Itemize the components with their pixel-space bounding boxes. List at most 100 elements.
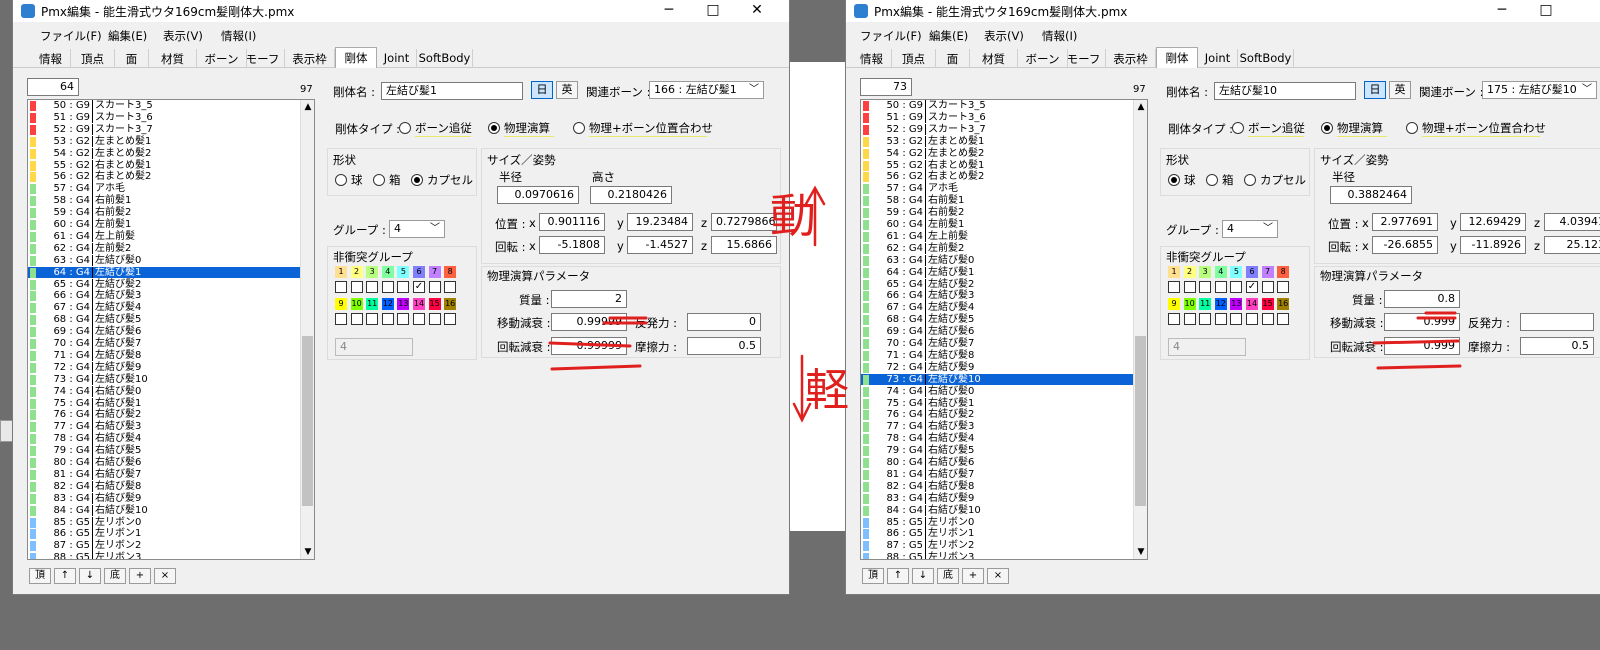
position-z-input[interactable]: 4.03941: [1544, 213, 1600, 231]
position-y-input[interactable]: 19.23484: [627, 213, 693, 231]
list-item[interactable]: 65 : G4 左結び髪2: [28, 278, 301, 290]
tab-7[interactable]: 剛体: [335, 47, 377, 68]
list-item[interactable]: 64 : G4 左結び髪1: [28, 266, 301, 279]
list-nav-button[interactable]: 底: [937, 568, 959, 584]
list-item[interactable]: 51 : G9 スカート3_6: [28, 111, 301, 124]
minimize-button[interactable]: ─: [1479, 0, 1525, 22]
collision-group-checkbox[interactable]: [1199, 281, 1212, 293]
list-item[interactable]: 54 : G2 左まとめ髪2: [28, 147, 301, 160]
list-nav-button[interactable]: +: [129, 568, 151, 584]
list-item[interactable]: 84 : G4 右結び髪10: [861, 504, 1134, 517]
rigid-body-list[interactable]: 50 : G9 スカート3_5 51 : G9 スカート3_6 52 : G9 スカート3…: [27, 99, 315, 560]
collision-group-checkbox[interactable]: [366, 281, 379, 293]
collision-group-checkbox[interactable]: [1199, 313, 1212, 325]
list-item[interactable]: 71 : G4 左結び髪8: [861, 349, 1134, 362]
collision-group-checkbox[interactable]: [397, 281, 410, 293]
collision-group-checkbox[interactable]: [1277, 281, 1290, 293]
collision-group-checkbox[interactable]: [428, 313, 441, 325]
list-item[interactable]: 79 : G4 右結び髪5: [861, 445, 1134, 457]
list-item[interactable]: 68 : G4 左結び髪5: [28, 314, 301, 326]
shape-radio[interactable]: カプセル: [411, 172, 473, 188]
list-item[interactable]: 77 : G4 右結び髪3: [28, 421, 301, 433]
rigid-body-name-input[interactable]: 左結び髪1: [381, 82, 523, 100]
size-input[interactable]: 0.2180426: [590, 186, 672, 204]
minimize-button[interactable]: ─: [646, 0, 692, 22]
linear-damping-input[interactable]: 0.99999: [551, 313, 627, 331]
list-item[interactable]: 67 : G4 左結び髪4: [28, 302, 301, 314]
list-item[interactable]: 69 : G4 左結び髪6: [861, 326, 1134, 338]
list-item[interactable]: 59 : G4 右前髪2: [28, 207, 301, 219]
list-item[interactable]: 50 : G9 スカート3_5: [861, 100, 1134, 112]
list-item[interactable]: 87 : G5 左リボン2: [861, 540, 1134, 552]
list-nav-button[interactable]: ↓: [79, 568, 101, 584]
list-item[interactable]: 52 : G9 スカート3_7: [861, 123, 1134, 136]
rotation-y-input[interactable]: -11.8926: [1460, 236, 1526, 254]
list-item[interactable]: 67 : G4 左結び髪4: [861, 302, 1134, 314]
list-nav-button[interactable]: ↑: [54, 568, 76, 584]
collision-group-checkbox[interactable]: [1214, 313, 1227, 325]
scroll-thumb[interactable]: [1135, 336, 1146, 506]
tab-5[interactable]: モーフ: [241, 49, 285, 68]
maximize-button[interactable]: □: [1523, 0, 1569, 22]
scroll-thumb[interactable]: [302, 336, 313, 506]
list-item[interactable]: 68 : G4 左結び髪5: [861, 314, 1134, 326]
list-item[interactable]: 81 : G4 右結び髪7: [28, 468, 301, 481]
collision-group-checkbox[interactable]: [444, 313, 457, 325]
collision-group-checkbox[interactable]: [350, 313, 363, 325]
list-item[interactable]: 66 : G4 左結び髪3: [28, 290, 301, 302]
list-item[interactable]: 86 : G5 左リボン1: [861, 528, 1134, 540]
rotation-z-input[interactable]: 25.123: [1544, 236, 1600, 254]
list-nav-button[interactable]: 頂: [29, 568, 51, 584]
shape-radio[interactable]: カプセル: [1244, 172, 1306, 188]
position-x-input[interactable]: 0.901116: [539, 213, 605, 231]
collision-group-checkbox[interactable]: ✓: [413, 281, 425, 293]
list-item[interactable]: 63 : G4 左結び髪0: [861, 254, 1134, 267]
list-item[interactable]: 53 : G2 左まとめ髪1: [861, 135, 1134, 148]
collision-group-checkbox[interactable]: [1168, 281, 1180, 293]
nocollide-text-input[interactable]: 4: [1168, 338, 1246, 356]
list-item[interactable]: 61 : G4 左上前髪: [28, 230, 301, 243]
list-item[interactable]: 75 : G4 右結び髪1: [861, 397, 1134, 409]
rigid-type-radio[interactable]: ボーン追従: [1232, 120, 1305, 136]
friction-input[interactable]: 0.5: [1520, 337, 1594, 355]
rigid-type-radio[interactable]: 物理演算: [1321, 120, 1383, 136]
list-item[interactable]: 59 : G4 右前髪2: [861, 207, 1134, 219]
nocollide-text-input[interactable]: 4: [335, 338, 413, 356]
position-x-input[interactable]: 2.977691: [1372, 213, 1438, 231]
tab-9[interactable]: SoftBody: [417, 49, 473, 68]
rotation-y-input[interactable]: -1.4527: [627, 236, 693, 254]
scroll-up-icon[interactable]: ▲: [301, 102, 314, 112]
list-item[interactable]: 64 : G4 左結び髪1: [861, 266, 1134, 279]
index-input[interactable]: 64: [27, 78, 79, 96]
collision-group-checkbox[interactable]: [444, 281, 457, 293]
list-item[interactable]: 82 : G4 右結び髪8: [28, 480, 301, 493]
tab-1[interactable]: 頂点: [892, 49, 936, 68]
mass-input[interactable]: 2: [551, 290, 627, 308]
collision-group-checkbox[interactable]: [381, 281, 394, 293]
list-item[interactable]: 85 : G5 左リボン0: [28, 516, 301, 528]
maximize-button[interactable]: □: [690, 0, 736, 22]
list-item[interactable]: 82 : G4 右結び髪8: [861, 480, 1134, 493]
scroll-down-icon[interactable]: ▼: [1134, 547, 1147, 557]
tab-1[interactable]: 頂点: [71, 49, 115, 68]
list-item[interactable]: 76 : G4 右結び髪2: [861, 409, 1134, 421]
size-input[interactable]: 0.0970616: [497, 186, 579, 204]
scroll-up-icon[interactable]: ▲: [1134, 102, 1147, 112]
list-item[interactable]: 63 : G4 左結び髪0: [28, 254, 301, 267]
menu-item[interactable]: ファイル(F): [40, 28, 102, 44]
rigid-body-list[interactable]: 50 : G9 スカート3_5 51 : G9 スカート3_6 52 : G9 スカート3…: [860, 99, 1148, 560]
position-y-input[interactable]: 12.69429: [1460, 213, 1526, 231]
tab-4[interactable]: ボーン: [197, 49, 247, 68]
linear-damping-input[interactable]: 0.999: [1384, 313, 1460, 331]
list-item[interactable]: 50 : G9 スカート3_5: [28, 100, 301, 112]
tab-0[interactable]: 情報: [31, 49, 71, 68]
english-toggle[interactable]: 英: [556, 81, 578, 99]
english-toggle[interactable]: 英: [1389, 81, 1411, 99]
collision-group-checkbox[interactable]: [1261, 313, 1274, 325]
restitution-input[interactable]: [1520, 313, 1594, 331]
collision-group-checkbox[interactable]: [1246, 313, 1258, 325]
list-nav-button[interactable]: +: [962, 568, 984, 584]
tab-0[interactable]: 情報: [852, 49, 892, 68]
tab-9[interactable]: SoftBody: [1238, 49, 1294, 68]
collision-group-checkbox[interactable]: [366, 313, 379, 325]
